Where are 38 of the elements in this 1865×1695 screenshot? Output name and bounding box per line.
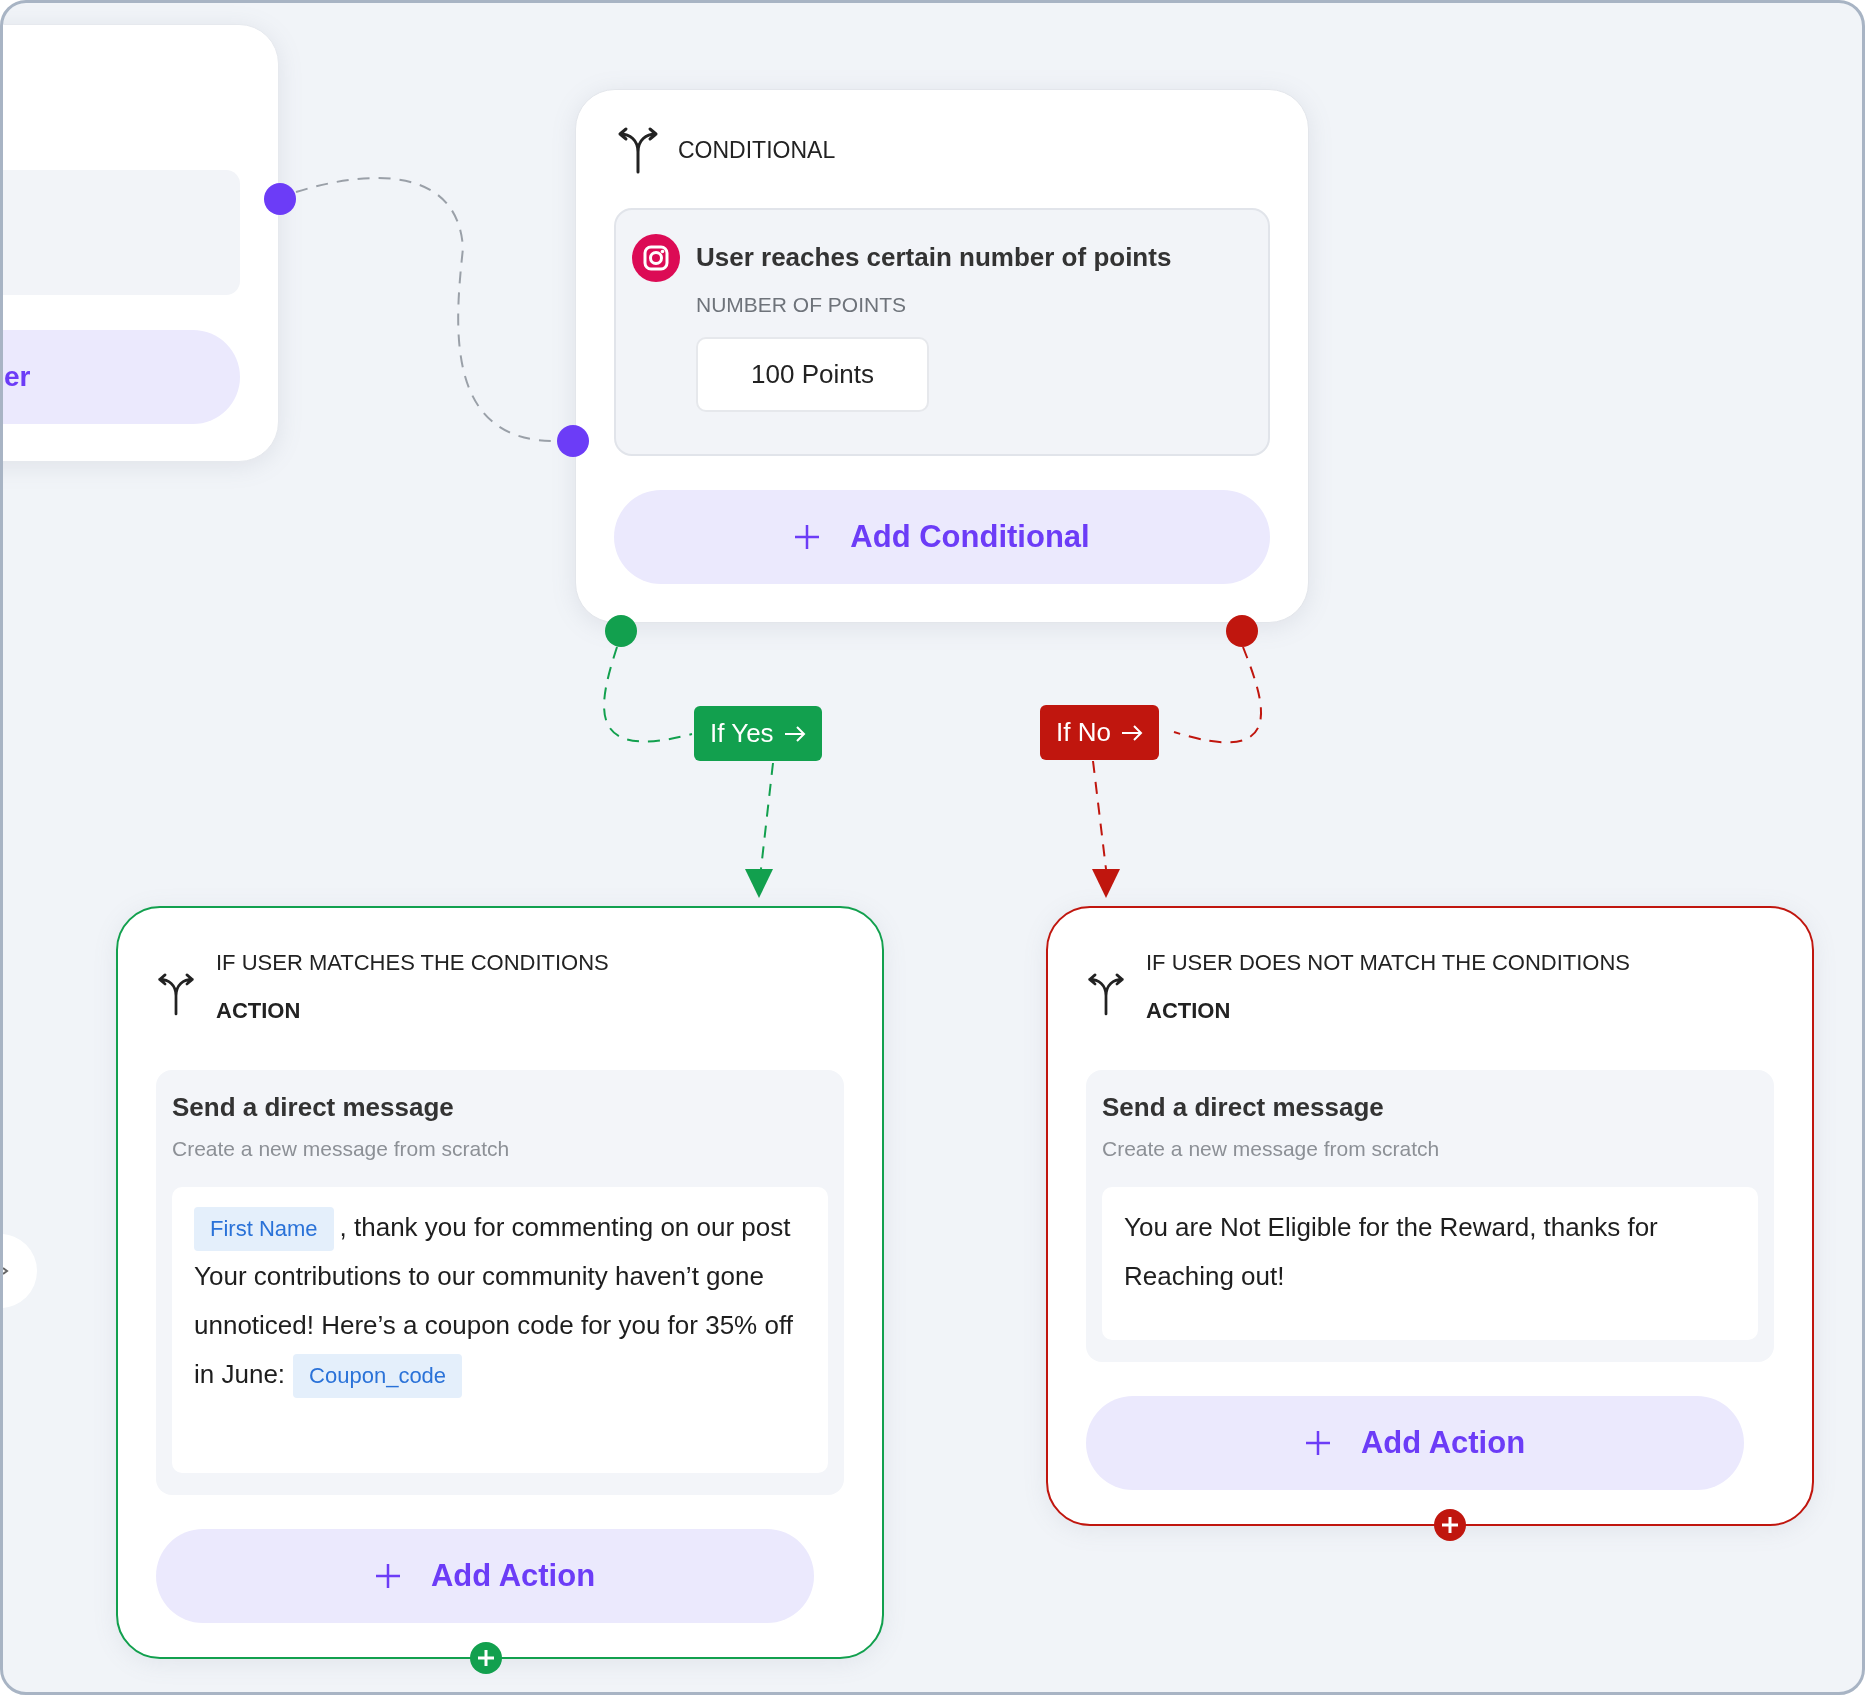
points-input-field[interactable]: 100 Points — [696, 337, 929, 412]
variable-tag[interactable]: First Name — [194, 1207, 334, 1252]
split-icon — [1086, 972, 1126, 1016]
action-description: Create a new message from scratch — [172, 1137, 511, 1161]
plus-icon — [1304, 1430, 1331, 1456]
add-action-button[interactable]: Add Action — [1086, 1396, 1744, 1490]
message-text: You are Not Eligible for the Reward, thanks for Reaching out! — [1102, 1187, 1758, 1340]
action-description: Create a new message from scratch — [1102, 1137, 1441, 1161]
canvas-edge-handle[interactable] — [3, 1234, 40, 1308]
camera-app-icon — [632, 234, 680, 282]
split-icon — [616, 126, 660, 174]
connection-handle[interactable] — [557, 425, 589, 457]
split-icon — [156, 972, 196, 1016]
action-title: Send a direct message — [1102, 1092, 1385, 1123]
action-title: Send a direct message — [172, 1092, 455, 1123]
connection-handle[interactable] — [1226, 615, 1258, 647]
add-conditional-button[interactable]: Add Conditional — [614, 490, 1270, 584]
node-button[interactable]: er — [3, 330, 240, 424]
message-text: First Name , thank you for commenting on our post Your contributions to our community haven’t gone unnoticed! Here’s a coupon code for you for 35% off in June: Coupon_code — [172, 1187, 828, 1473]
connection-handle[interactable] — [264, 183, 296, 215]
connection-handle[interactable] — [605, 615, 637, 647]
section-label: ACTION — [216, 998, 302, 1024]
field-label: NUMBER OF POINTS — [696, 293, 906, 317]
variable-tag[interactable]: Coupon_code — [293, 1354, 463, 1399]
plus-icon — [794, 524, 821, 550]
branch-condition-title: IF USER MATCHES THE CONDITIONS — [216, 950, 609, 976]
arrow-right-icon — [1120, 724, 1143, 741]
branch-condition-title: IF USER DOES NOT MATCH THE CONDITIONS — [1146, 950, 1631, 976]
add-action-button[interactable]: Add Action — [156, 1529, 814, 1623]
trigger-title: User reaches certain number of points — [696, 242, 1172, 273]
node-title: CONDITIONAL — [678, 136, 836, 164]
section-label: ACTION — [1146, 998, 1232, 1024]
branch-label: If Yes — [694, 706, 822, 761]
add-step-icon[interactable] — [470, 1642, 502, 1674]
plus-icon — [374, 1563, 401, 1589]
branch-label: If No — [1040, 705, 1159, 760]
add-step-icon[interactable] — [1434, 1509, 1466, 1541]
arrow-right-icon — [783, 725, 806, 742]
